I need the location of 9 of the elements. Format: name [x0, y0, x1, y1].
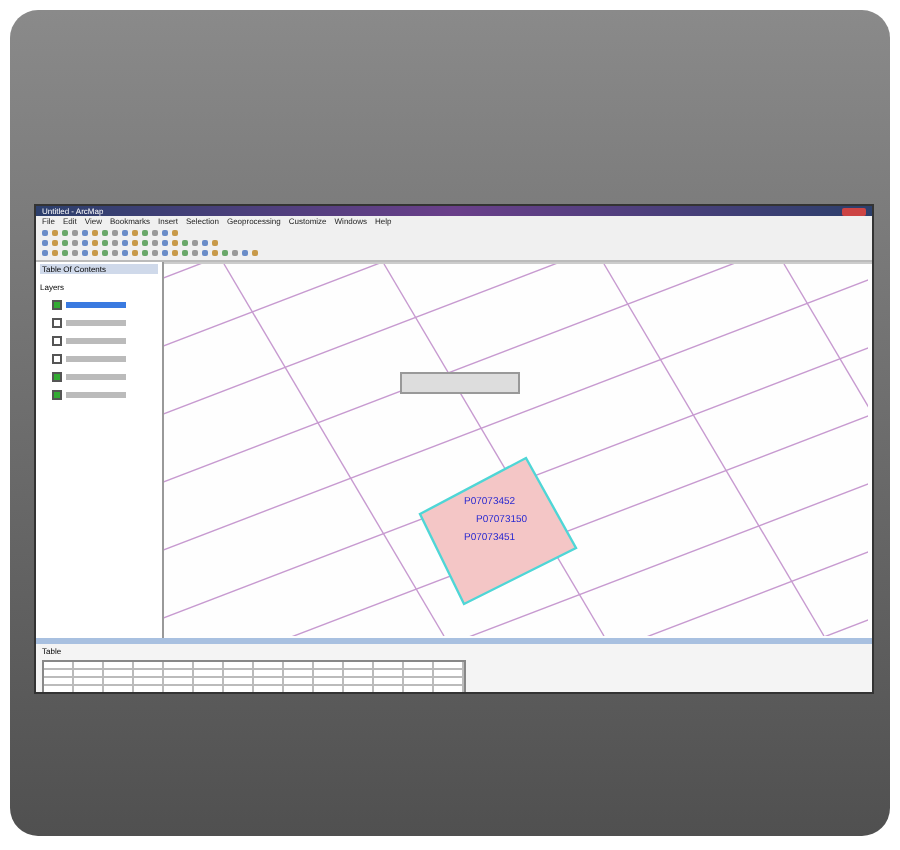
floating-toolbar: [400, 372, 520, 394]
window-controls-icon[interactable]: [842, 207, 866, 215]
layer-checkbox[interactable]: [52, 354, 62, 364]
layer-checkbox[interactable]: [52, 390, 62, 400]
selected-parcel[interactable]: [418, 456, 578, 606]
layer-checkbox[interactable]: [52, 372, 62, 382]
layer-checkbox[interactable]: [52, 336, 62, 346]
layer-checkbox[interactable]: [52, 300, 62, 310]
layer-checkbox[interactable]: [52, 318, 62, 328]
